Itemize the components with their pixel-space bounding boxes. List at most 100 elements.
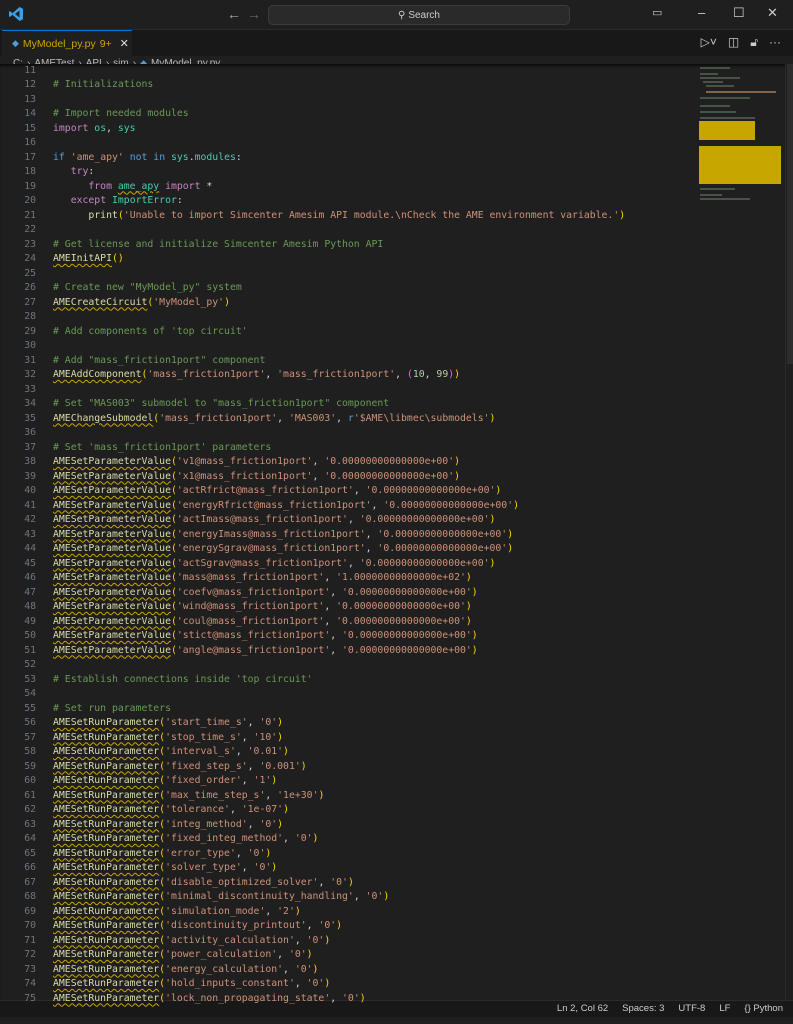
code-line[interactable]: 40 AMESetParameterValue('actRfrict@mass_f… bbox=[0, 484, 697, 499]
code-line[interactable]: 72 AMESetRunParameter('power_calculation'… bbox=[0, 948, 697, 963]
code-line[interactable]: 26 # Create new "MyModel_py" system bbox=[0, 281, 697, 296]
code-line[interactable]: 47 AMESetParameterValue('coefv@mass_frict… bbox=[0, 586, 697, 601]
language-mode[interactable]: {} Python bbox=[744, 1001, 783, 1016]
code-line[interactable]: 16 bbox=[0, 136, 697, 151]
code-line[interactable]: 43 AMESetParameterValue('energyImass@mass… bbox=[0, 528, 697, 543]
code-line[interactable]: 56 AMESetRunParameter('start_time_s', '0'… bbox=[0, 716, 697, 731]
code-line[interactable]: 69 AMESetRunParameter('simulation_mode', … bbox=[0, 905, 697, 920]
scrollbar-thumb[interactable] bbox=[787, 63, 793, 364]
code-line[interactable]: 73 AMESetRunParameter('energy_calculation… bbox=[0, 963, 697, 978]
code-line[interactable]: 32 AMEAddComponent('mass_friction1port', … bbox=[0, 368, 697, 383]
code-token: '0.00000000000000e+00' bbox=[383, 499, 514, 511]
code-line[interactable]: 46 AMESetParameterValue('mass@mass_fricti… bbox=[0, 571, 697, 586]
code-line[interactable]: 34 # Set "MAS003" submodel to "mass_frict… bbox=[0, 397, 697, 412]
split-editor-icon[interactable]: ◫ bbox=[728, 35, 739, 49]
code-line[interactable]: 66 AMESetRunParameter('solver_type', '0') bbox=[0, 861, 697, 876]
code-token: , bbox=[365, 543, 378, 554]
code-line[interactable]: 65 AMESetRunParameter('error_type', '0') bbox=[0, 847, 697, 862]
code-line[interactable]: 54 bbox=[0, 687, 697, 702]
line-number: 45 bbox=[24, 557, 36, 569]
close-tab-icon[interactable]: ✕ bbox=[120, 37, 129, 50]
code-line[interactable]: 59 AMESetRunParameter('fixed_step_s', '0.… bbox=[0, 760, 697, 775]
vertical-scrollbar[interactable] bbox=[785, 63, 793, 1000]
code-line[interactable]: 48 AMESetParameterValue('wind@mass_fricti… bbox=[0, 600, 697, 615]
code-line[interactable]: 53 # Establish connections inside 'top ci… bbox=[0, 673, 697, 688]
code-lines[interactable]: 11 12 # Initializations 13 14 # Import needed… bbox=[0, 64, 697, 1007]
maximize-button[interactable]: ☐ bbox=[733, 6, 745, 20]
code-token: 'solver_type' bbox=[165, 862, 242, 873]
code-line[interactable]: 19 from ame_apy import * bbox=[0, 180, 697, 195]
code-line[interactable]: 55 # Set run parameters bbox=[0, 702, 697, 717]
line-number: 37 bbox=[24, 441, 36, 453]
code-line[interactable]: 30 bbox=[0, 339, 697, 354]
code-token: 99 bbox=[436, 369, 449, 380]
code-line[interactable]: 57 AMESetRunParameter('stop_time_s', '10'… bbox=[0, 731, 697, 746]
unlock-icon[interactable]: 🔓︎ bbox=[750, 35, 758, 49]
code-line[interactable]: 37 # Set 'mass_friction1port' parameters bbox=[0, 441, 697, 456]
code-line[interactable]: 27 AMECreateCircuit('MyModel_py') bbox=[0, 296, 697, 311]
code-line[interactable]: 60 AMESetRunParameter('fixed_order', '1') bbox=[0, 774, 697, 789]
code-line[interactable]: 25 bbox=[0, 267, 697, 282]
code-line[interactable]: 62 AMESetRunParameter('tolerance', '1e-07… bbox=[0, 803, 697, 818]
code-line[interactable]: 20 except ImportError: bbox=[0, 194, 697, 209]
code-line[interactable]: 70 AMESetRunParameter('discontinuity_prin… bbox=[0, 919, 697, 934]
code-line[interactable]: 28 bbox=[0, 310, 697, 325]
code-line[interactable]: 36 bbox=[0, 426, 697, 441]
code-line[interactable]: 18 try: bbox=[0, 165, 697, 180]
code-line[interactable]: 12 # Initializations bbox=[0, 78, 697, 93]
code-token: ) bbox=[507, 543, 514, 554]
search-box[interactable]: ⚲ Search bbox=[268, 5, 570, 25]
code-line[interactable]: 61 AMESetRunParameter('max_time_step_s', … bbox=[0, 789, 697, 804]
code-line[interactable]: 75 AMESetRunParameter('lock_non_propagati… bbox=[0, 992, 697, 1007]
run-icon[interactable]: ▷˅ bbox=[701, 35, 717, 49]
code-line[interactable]: 11 bbox=[0, 64, 697, 79]
code-line[interactable]: 22 bbox=[0, 223, 697, 238]
tab-mymodel[interactable]: ◆ MyModel_py.py 9+ ✕ bbox=[2, 30, 132, 56]
code-token: '10' bbox=[253, 731, 278, 743]
code-line[interactable]: 35 AMEChangeSubmodel('mass_friction1port'… bbox=[0, 412, 697, 427]
code-line[interactable]: 38 AMESetParameterValue('v1@mass_friction… bbox=[0, 455, 697, 470]
code-token: , bbox=[324, 601, 337, 612]
code-line[interactable]: 45 AMESetParameterValue('actSgrav@mass_fr… bbox=[0, 557, 697, 572]
end-of-line[interactable]: LF bbox=[719, 1001, 730, 1016]
minimap[interactable] bbox=[697, 64, 785, 1000]
code-token: ) bbox=[495, 485, 502, 496]
close-window-button[interactable]: ✕ bbox=[767, 6, 778, 20]
code-line[interactable]: 67 AMESetRunParameter('disable_optimized_… bbox=[0, 876, 697, 891]
minimize-button[interactable]: – bbox=[698, 6, 705, 20]
code-token: 'fixed_step_s' bbox=[165, 760, 248, 772]
code-line[interactable]: 42 AMESetParameterValue('actImass@mass_fr… bbox=[0, 513, 697, 528]
code-line[interactable]: 15 import os, sys bbox=[0, 122, 697, 137]
code-line[interactable]: 52 bbox=[0, 658, 697, 673]
code-line[interactable]: 17 if 'ame_apy' not in sys. modules: bbox=[0, 151, 697, 166]
code-line[interactable]: 44 AMESetParameterValue('energySgrav@mass… bbox=[0, 542, 697, 557]
code-line[interactable]: 68 AMESetRunParameter('minimal_discontinu… bbox=[0, 890, 697, 905]
code-line[interactable]: 74 AMESetRunParameter('hold_inputs_consta… bbox=[0, 977, 697, 992]
back-button[interactable]: ← bbox=[227, 7, 241, 21]
code-line[interactable]: 41 AMESetParameterValue('energyRfrict@mas… bbox=[0, 499, 697, 514]
code-line[interactable]: 63 AMESetRunParameter('integ_method', '0'… bbox=[0, 818, 697, 833]
code-line[interactable]: 31 # Add "mass_friction1port" component bbox=[0, 354, 697, 369]
code-line[interactable]: 23 # Get license and initialize Simcenter… bbox=[0, 238, 697, 253]
code-line[interactable]: 13 bbox=[0, 93, 697, 108]
code-line[interactable]: 33 bbox=[0, 383, 697, 398]
forward-button[interactable]: → bbox=[247, 7, 261, 21]
code-line[interactable]: 51 AMESetParameterValue('angle@mass_frict… bbox=[0, 644, 697, 659]
code-line[interactable]: 58 AMESetRunParameter('interval_s', '0.01… bbox=[0, 745, 697, 760]
code-token: 'lock_non_propagating_state' bbox=[165, 992, 331, 1004]
more-actions-icon[interactable]: ··· bbox=[769, 35, 781, 49]
layout-icon[interactable]: ▭ bbox=[652, 6, 662, 20]
code-line[interactable]: 29 # Add components of 'top circuit' bbox=[0, 325, 697, 340]
code-line[interactable]: 21 print('Unable to import Simcenter Ame… bbox=[0, 209, 697, 224]
code-line[interactable]: 50 AMESetParameterValue('stict@mass_frict… bbox=[0, 629, 697, 644]
line-number: 28 bbox=[24, 311, 36, 322]
code-line[interactable]: 64 AMESetRunParameter('fixed_integ_method… bbox=[0, 832, 697, 847]
code-line[interactable]: 14 # Import needed modules bbox=[0, 107, 697, 122]
line-number: 27 bbox=[24, 296, 36, 308]
code-editor[interactable]: 11 12 # Initializations 13 14 # Import needed… bbox=[0, 63, 793, 1004]
code-line[interactable]: 24 AMEInitAPI() bbox=[0, 252, 697, 267]
code-token: 'interval_s' bbox=[165, 746, 236, 757]
code-line[interactable]: 71 AMESetRunParameter('activity_calculati… bbox=[0, 934, 697, 949]
code-line[interactable]: 39 AMESetParameterValue('x1@mass_friction… bbox=[0, 470, 697, 485]
code-line[interactable]: 49 AMESetParameterValue('coul@mass_fricti… bbox=[0, 615, 697, 630]
